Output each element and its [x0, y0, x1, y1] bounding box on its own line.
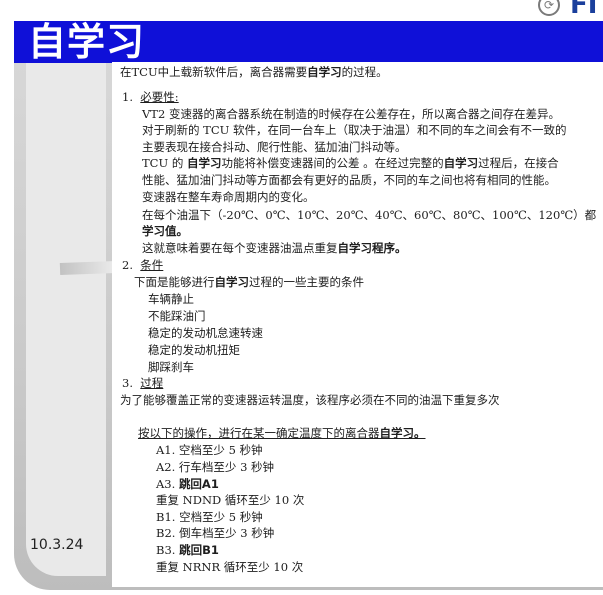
section1-line: 在每个油温下（-20℃、0℃、10℃、20℃、40℃、60℃、80℃、100℃、…	[142, 208, 597, 222]
section1-number: 1.	[122, 90, 133, 104]
step-item: B1. 空档至少 5 秒钟	[156, 509, 263, 525]
section1-keyword: 自学习程序。	[337, 241, 407, 255]
step-text: B2. 倒车档至少 3 秒钟	[156, 526, 275, 540]
section1-title: 必要性:	[140, 90, 179, 104]
section2-keyword: 自学习	[214, 275, 250, 289]
slide-frame-decoration	[59, 261, 117, 275]
section1-keyword: 自学习	[443, 156, 479, 170]
section1-line: VT2 变速器的离合器系统在制造的时候存在公差存在，所以离合器之间存在差异。	[142, 107, 560, 121]
step-text: 重复 NDND 循环至少 10 次	[156, 493, 305, 507]
step-item: A1. 空档至少 5 秒钟	[156, 442, 263, 458]
step-text: A2. 行车档至少 3 秒钟	[156, 460, 275, 474]
condition-item: 车辆静止	[148, 292, 194, 306]
section2-title: 条件	[140, 258, 164, 272]
section1-text: TCU 的	[142, 156, 187, 170]
brand-logo-icon: ⟳	[538, 0, 560, 16]
step-text: B1. 空档至少 5 秒钟	[156, 510, 263, 524]
section2-heading: 2. 条件	[122, 257, 163, 273]
condition-item: 稳定的发动机怠速转速	[148, 326, 263, 340]
step-text: 重复 NRNR 循环至少 10 次	[156, 560, 304, 574]
section2-number: 2.	[122, 258, 133, 272]
section1-line: 这就意味着要在每个变速器油温点重复自学习程序。	[142, 240, 407, 256]
condition-item: 不能踩油门	[148, 309, 206, 323]
section1-keyword: 自学习	[186, 156, 222, 170]
step-item: A3. 跳回A1	[156, 476, 219, 492]
section1-line: 主要表现在接合抖动、爬行性能、猛加油门抖动等。	[142, 140, 407, 154]
condition-item: 稳定的发动机扭矩	[148, 343, 240, 357]
section3-heading: 3. 过程	[122, 375, 163, 391]
condition-item: 脚踩刹车	[148, 360, 194, 374]
section1-text: 功能将补偿变速器间的公差 。在经过完整的	[221, 156, 444, 170]
section1-line: 学习值。	[142, 224, 188, 238]
section1-line: 对于刷新的 TCU 软件，在同一台车上（取决于油温）和不同的车之间会有不一致的	[142, 123, 567, 137]
page-title: 自学习	[28, 20, 146, 64]
step-keyword: 跳回A1	[178, 477, 219, 491]
steps-intro-text: 按以下的操作，进行在某一确定温度下的离合器	[138, 426, 380, 440]
step-item: B3. 跳回B1	[156, 542, 219, 558]
step-text: B3.	[156, 543, 180, 557]
section1-heading: 1. 必要性:	[122, 89, 179, 105]
section2-intro: 下面是能够进行自学习过程的一些主要的条件	[134, 274, 364, 290]
intro-line: 在TCU中上载新软件后，离合器需要自学习的过程。	[120, 64, 388, 80]
section3-number: 3.	[122, 376, 133, 390]
content-panel: 在TCU中上载新软件后，离合器需要自学习的过程。 1. 必要性: VT2 变速器…	[112, 62, 603, 587]
brand-text: FI	[570, 0, 598, 20]
section2-text: 下面是能够进行	[134, 275, 215, 289]
step-keyword: 跳回B1	[179, 543, 219, 557]
steps-intro-keyword: 自学习。	[379, 426, 426, 440]
section1-line: TCU 的 自学习功能将补偿变速器间的公差 。在经过完整的自学习过程后，在接合	[142, 155, 559, 171]
steps-intro: 按以下的操作，进行在某一确定温度下的离合器自学习。	[138, 425, 426, 441]
step-item: 重复 NDND 循环至少 10 次	[156, 492, 304, 508]
intro-keyword: 自学习	[307, 65, 342, 79]
step-item: 重复 NRNR 循环至少 10 次	[156, 559, 303, 575]
section1-text: 这就意味着要在每个变速器油温点重复	[142, 241, 338, 255]
slide-date: 10.3.24	[30, 537, 84, 553]
section3-line: 为了能够覆盖正常的变速器运转温度，该程序必须在不同的油温下重复多次	[120, 393, 500, 407]
section1-text: 过程后，在接合	[478, 156, 559, 170]
intro-text: 在TCU中上载新软件后，离合器需要	[120, 65, 308, 79]
step-item: A2. 行车档至少 3 秒钟	[156, 459, 274, 475]
slide-frame-curve	[26, 62, 106, 576]
step-item: B2. 倒车档至少 3 秒钟	[156, 525, 274, 541]
section1-line: 性能、猛加油门抖动等方面都会有更好的品质，不同的车之间也将有相同的性能。	[142, 173, 556, 187]
section2-text: 过程的一些主要的条件	[249, 275, 364, 289]
step-text: A1. 空档至少 5 秒钟	[156, 443, 263, 457]
section3-title: 过程	[140, 376, 164, 390]
section1-line: 变速器在整车寿命周期内的变化。	[142, 190, 315, 204]
step-text: A3.	[156, 477, 179, 491]
intro-text-end: 的过程。	[341, 65, 388, 79]
